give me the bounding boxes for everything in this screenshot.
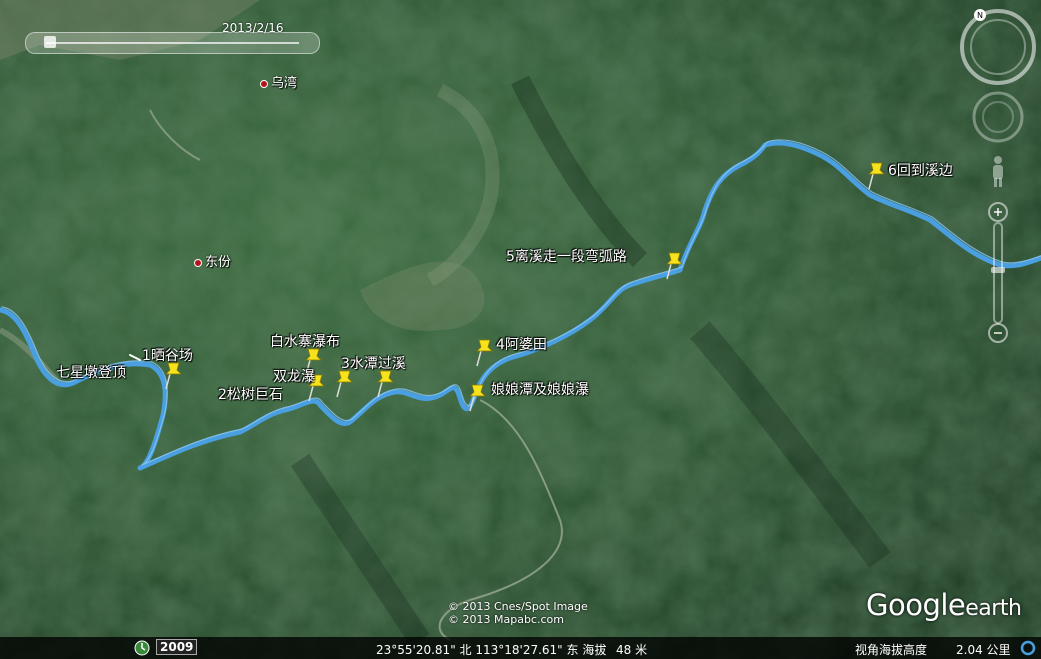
- pushpin-icon[interactable]: [663, 250, 685, 280]
- placemark-label[interactable]: 6回到溪边: [888, 160, 953, 180]
- pegman-icon[interactable]: [993, 156, 1003, 187]
- placemark-label[interactable]: 白水寨瀑布: [270, 331, 340, 351]
- imagery-copyright: © 2013 Cnes/Spot Image © 2013 Mapabc.com: [448, 600, 588, 626]
- pushpin-icon[interactable]: [473, 337, 495, 367]
- elevation-readout: 48 米: [616, 643, 648, 657]
- zoom-slider-icon[interactable]: [988, 202, 1008, 343]
- pushpin-icon[interactable]: [466, 382, 488, 412]
- map-viewport[interactable]: 2013/2/16 乌湾 东份 七星墩登顶 1晒谷场 2松树巨石 白水寨瀑布 双…: [0, 0, 1041, 659]
- coordinates-readout: 23°55'20.81" 北 113°18'27.61" 东 海拔: [376, 643, 607, 657]
- look-joystick-icon[interactable]: [972, 91, 1024, 143]
- navigation-controls: N: [960, 9, 1036, 343]
- placemark-label[interactable]: 3水潭过溪: [341, 353, 406, 373]
- pushpin-icon[interactable]: [865, 160, 887, 190]
- copyright-line: © 2013 Mapabc.com: [448, 613, 564, 626]
- time-slider-handle[interactable]: [44, 36, 56, 48]
- place-dot-icon: [260, 79, 268, 88]
- historical-imagery-icon[interactable]: [134, 640, 150, 659]
- time-slider[interactable]: [25, 32, 320, 54]
- place-marker[interactable]: 乌湾: [260, 72, 297, 91]
- placemark-label[interactable]: 2松树巨石: [218, 384, 283, 404]
- google-earth-logo: Googleearth: [866, 588, 1022, 622]
- north-compass-icon[interactable]: N: [960, 9, 1036, 85]
- placemark-label[interactable]: 七星墩登顶: [56, 362, 126, 382]
- streaming-indicator-icon: [1020, 640, 1036, 659]
- place-dot-icon: [194, 258, 202, 267]
- svg-text:N: N: [977, 11, 983, 20]
- placemark-label[interactable]: 1晒谷场: [142, 345, 193, 365]
- copyright-line: © 2013 Cnes/Spot Image: [448, 600, 588, 613]
- placemark-label[interactable]: 4阿婆田: [496, 334, 547, 354]
- satellite-terrain: [0, 0, 1041, 659]
- eye-altitude-value: 2.04 公里: [956, 643, 1011, 657]
- logo-google: Google: [866, 588, 966, 622]
- placemark-label[interactable]: 娘娘潭及娘娘瀑: [491, 379, 589, 399]
- status-bar: 2009 23°55'20.81" 北 113°18'27.61" 东 海拔 4…: [0, 637, 1041, 659]
- logo-earth: earth: [965, 596, 1022, 621]
- place-marker[interactable]: 东份: [194, 251, 231, 270]
- eye-altitude-label: 视角海拔高度: [855, 643, 928, 657]
- time-slider-date: 2013/2/16: [222, 21, 284, 35]
- time-slider-track: [46, 42, 299, 44]
- place-name: 东份: [205, 255, 232, 270]
- placemark-label[interactable]: 双龙瀑: [273, 366, 315, 386]
- placemark-label[interactable]: 5离溪走一段弯弧路: [506, 246, 627, 266]
- place-name: 乌湾: [271, 76, 298, 91]
- imagery-year[interactable]: 2009: [156, 639, 198, 655]
